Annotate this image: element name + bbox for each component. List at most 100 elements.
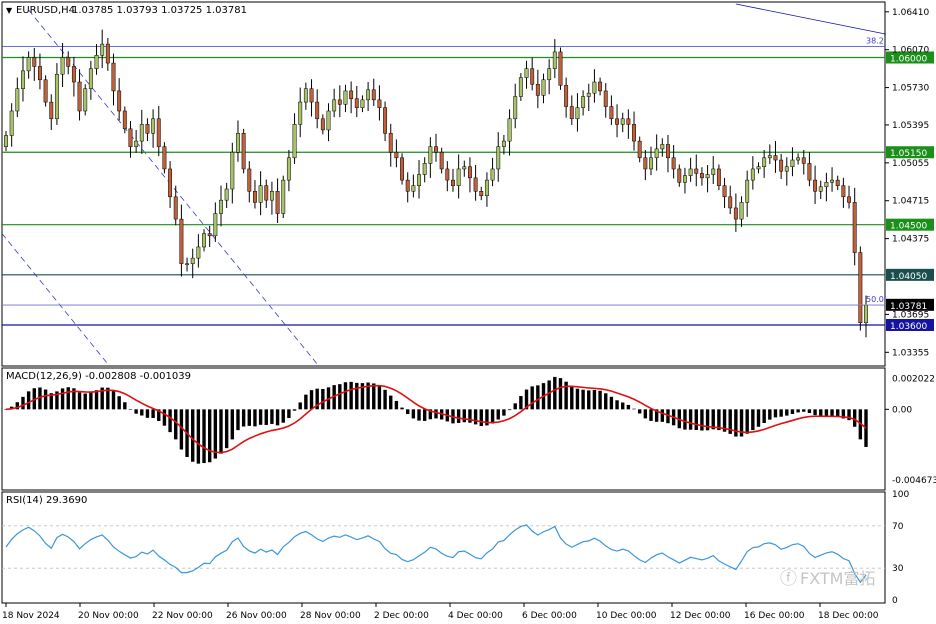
candle-body: [609, 106, 614, 120]
macd-bar: [462, 409, 466, 423]
macd-bar: [751, 409, 755, 431]
price-tick-label-0: 1.06410: [892, 8, 929, 18]
candle-body: [337, 99, 342, 105]
candle-body: [615, 118, 620, 125]
candle-body: [190, 257, 195, 264]
candle-body: [94, 55, 99, 69]
macd-bar: [796, 409, 800, 413]
candle-body: [501, 140, 506, 147]
level-label-0: 1.06000: [890, 54, 927, 64]
candle-body: [711, 168, 716, 175]
watermark-text: FXTM富拓: [800, 569, 875, 588]
candle-body: [524, 68, 529, 78]
candle-body: [637, 140, 642, 159]
macd-bar: [196, 409, 201, 464]
candle-body: [479, 190, 484, 196]
candle-body: [439, 151, 444, 170]
macd-bar: [513, 403, 517, 410]
macd-bar: [292, 409, 297, 411]
candle-body: [258, 185, 263, 203]
candle-body: [411, 185, 416, 192]
candle-body: [547, 68, 552, 81]
candle-body: [688, 168, 693, 176]
candle-body: [592, 81, 597, 94]
candle-body: [320, 118, 325, 131]
candle-body: [9, 110, 14, 136]
macd-bar: [592, 389, 597, 410]
macd-bar: [502, 409, 506, 416]
level-label-4: 1.03600: [890, 322, 927, 332]
fib-trend-line: [735, 3, 887, 35]
candle-body: [694, 168, 699, 174]
macd-bar: [140, 409, 144, 416]
macd-bar: [626, 404, 631, 410]
macd-bar: [26, 391, 31, 410]
candle-body: [858, 252, 863, 324]
macd-bar: [343, 382, 348, 410]
candle-body: [168, 168, 173, 198]
macd-bar: [83, 393, 87, 410]
price-tick-label-6: 1.04375: [892, 235, 929, 245]
candle-body: [38, 66, 42, 81]
macd-bar: [321, 388, 325, 410]
macd-tick-label-2: -0.004673: [892, 476, 936, 486]
macd-bar: [349, 381, 353, 410]
candle-body: [813, 179, 818, 192]
macd-bar: [89, 392, 93, 410]
macd-bar: [490, 409, 495, 424]
time-tick-label-1: 20 Nov 00:00: [78, 611, 139, 621]
macd-bar: [575, 388, 580, 410]
macd-bar: [609, 396, 614, 410]
candle-body: [377, 99, 382, 108]
candle-body: [71, 66, 76, 83]
time-tick-label-11: 18 Dec 00:00: [818, 611, 879, 621]
macd-bar: [264, 409, 268, 425]
price-tick-label-8: 1.03355: [892, 348, 929, 358]
candle-body: [117, 90, 122, 112]
price-tick-label-2: 1.05730: [892, 84, 929, 94]
candle-body: [767, 155, 772, 159]
candle-body: [569, 106, 574, 120]
candle-body: [111, 62, 116, 92]
candle-body: [728, 196, 733, 209]
macd-bar: [530, 386, 534, 410]
candle-body: [332, 99, 337, 112]
macd-bar: [802, 409, 806, 412]
candle-body: [162, 146, 167, 170]
candle-body: [541, 79, 546, 96]
candle-body: [179, 218, 184, 264]
time-tick-label-6: 4 Dec 00:00: [448, 611, 503, 621]
macd-bar: [377, 385, 382, 410]
macd-bar: [422, 409, 427, 421]
candle-body: [185, 263, 190, 265]
candle-body: [151, 118, 156, 134]
candle-body: [66, 57, 71, 67]
candle-body: [417, 174, 421, 186]
candle-body: [32, 57, 37, 67]
candle-body: [26, 57, 31, 72]
macd-bar: [621, 402, 625, 410]
chart-dropdown-icon[interactable]: ▼: [6, 6, 13, 15]
macd-bar: [168, 409, 172, 433]
macd-bar: [819, 409, 823, 417]
macd-bar: [700, 409, 704, 431]
macd-bar: [174, 409, 178, 440]
candle-body: [779, 159, 784, 172]
macd-bar: [417, 409, 421, 421]
macd-bar: [191, 409, 195, 462]
macd-bar: [473, 409, 478, 425]
candle-body: [405, 179, 410, 192]
time-tick-label-8: 10 Dec 00:00: [596, 611, 657, 621]
candle-body: [852, 202, 857, 253]
candle-body: [264, 185, 269, 201]
candle-body: [139, 124, 144, 142]
macd-bar: [553, 376, 557, 410]
candle-body: [847, 196, 851, 203]
candle-body: [626, 118, 631, 125]
candle-body: [632, 124, 636, 142]
macd-bar: [604, 393, 608, 410]
candle-body: [598, 81, 603, 92]
candle-body: [496, 146, 501, 170]
candle-body: [122, 110, 127, 130]
macd-bar: [570, 386, 574, 410]
